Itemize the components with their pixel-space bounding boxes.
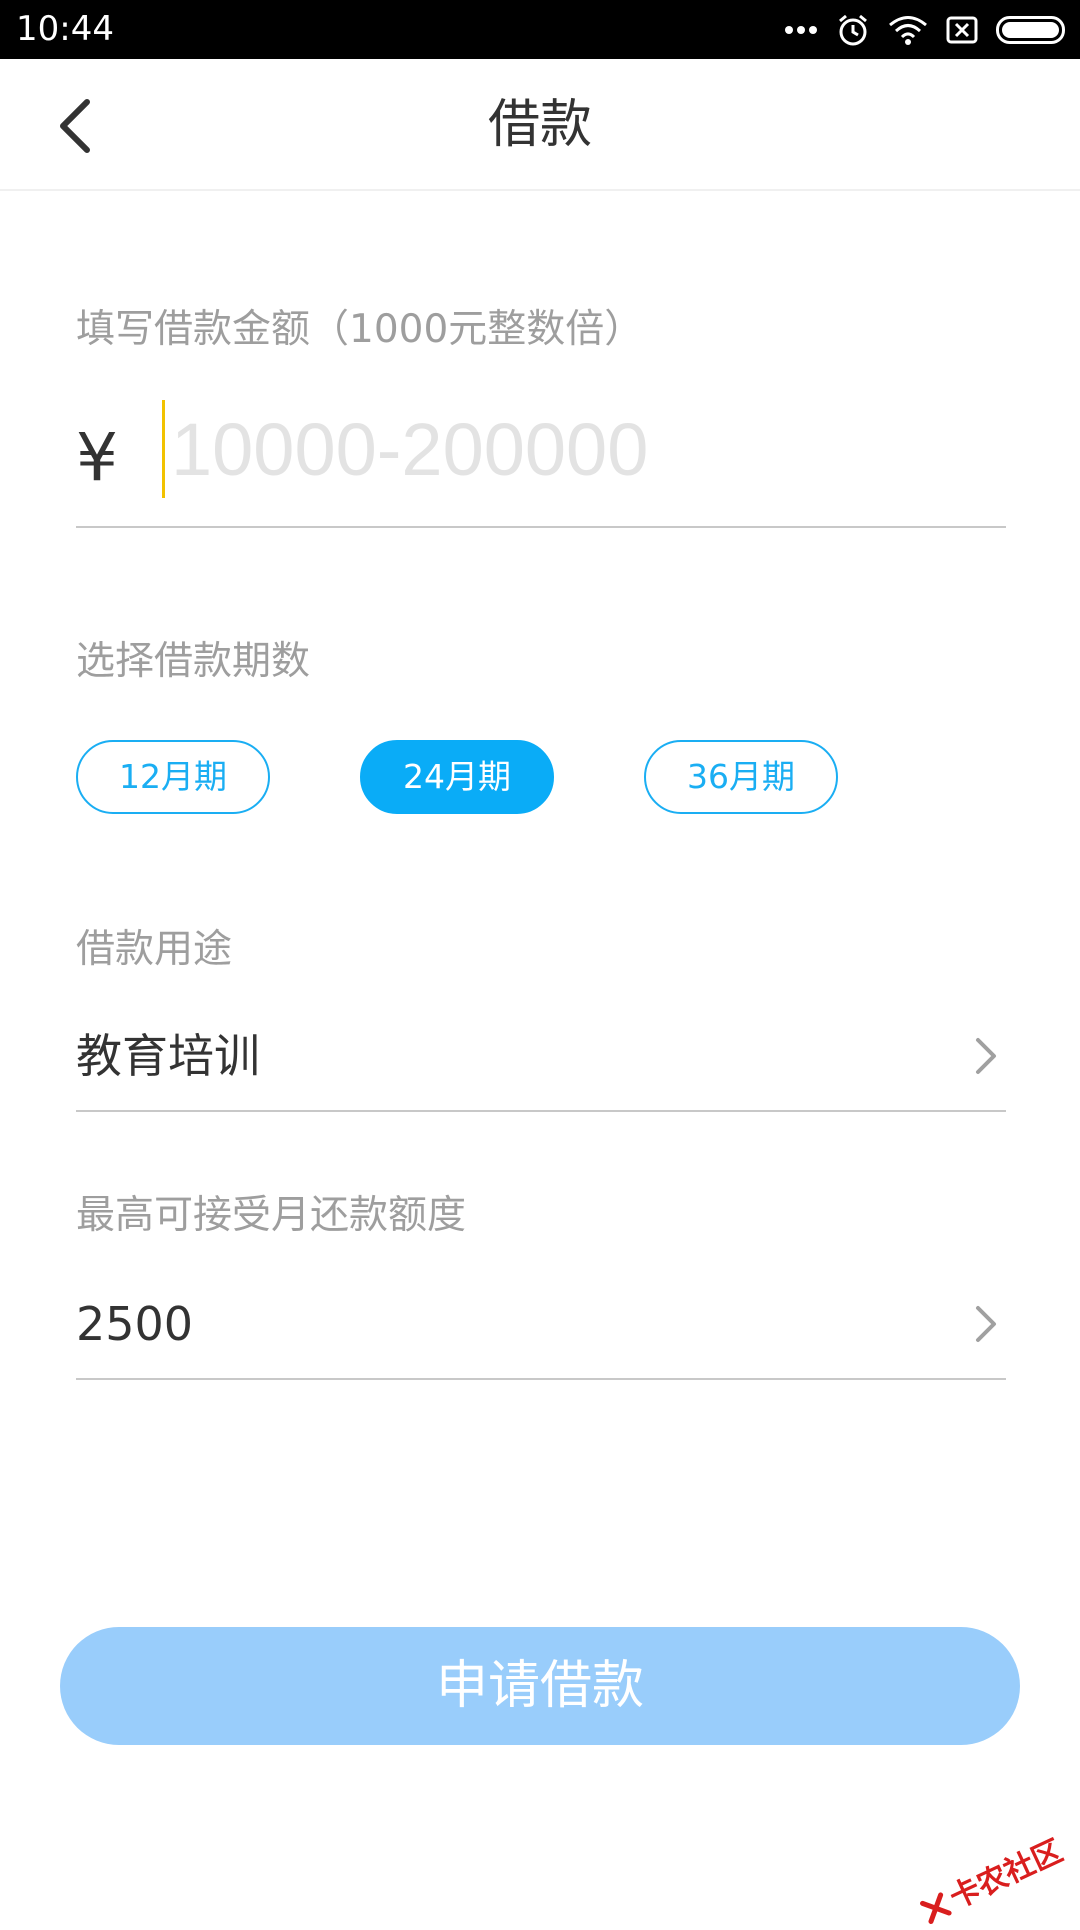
status-bar: 10:44 (0, 0, 1080, 59)
term-option-36[interactable]: 36月期 (644, 740, 838, 814)
repayment-label: 最高可接受月还款额度 (76, 1193, 467, 1238)
purpose-value: 教育培训 (76, 1029, 260, 1083)
chevron-right-icon (976, 1306, 996, 1342)
amount-label: 填写借款金额（1000元整数倍） (76, 307, 644, 352)
status-icons (784, 10, 1068, 50)
chevron-right-icon (976, 1038, 996, 1074)
term-option-12[interactable]: 12月期 (76, 740, 270, 814)
battery-icon (996, 16, 1068, 44)
alarm-clock-icon (836, 13, 870, 47)
watermark-text: 卡农社区 (944, 1833, 1069, 1917)
watermark: 卡农社区 (916, 1834, 1069, 1930)
amount-row: ¥ (76, 398, 1006, 528)
repayment-value: 2500 (76, 1297, 194, 1351)
purpose-label: 借款用途 (76, 927, 233, 972)
page-title: 借款 (487, 95, 592, 155)
status-time: 10:44 (16, 9, 114, 49)
no-sim-icon (946, 14, 978, 46)
app-header: 借款 (0, 59, 1080, 191)
purpose-select[interactable]: 教育培训 (76, 1002, 1006, 1112)
term-options: 12月期 24月期 36月期 (76, 740, 838, 814)
more-dots-icon (784, 25, 818, 35)
amount-input[interactable] (162, 400, 1002, 498)
wifi-icon (888, 14, 928, 46)
term-option-24[interactable]: 24月期 (360, 740, 554, 814)
repayment-select[interactable]: 2500 (76, 1270, 1006, 1380)
apply-loan-button[interactable]: 申请借款 (60, 1627, 1020, 1745)
term-label: 选择借款期数 (76, 639, 311, 684)
currency-symbol: ¥ (76, 419, 118, 496)
